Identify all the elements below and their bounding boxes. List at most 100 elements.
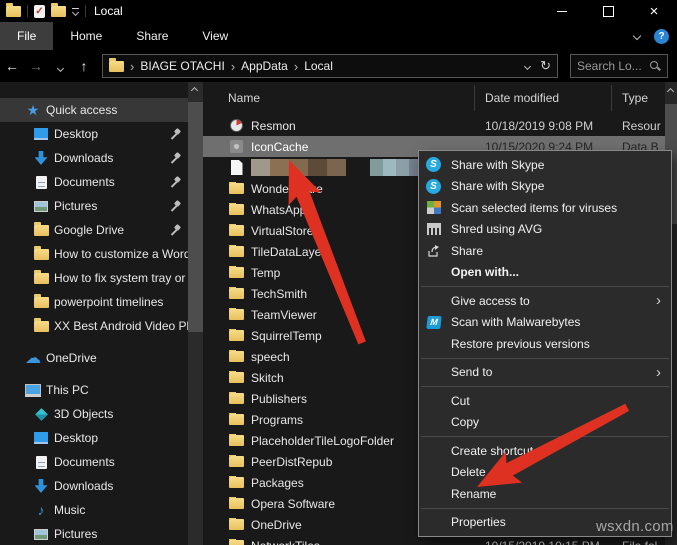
search-icon[interactable]	[649, 60, 661, 72]
menu-item-scan-selected-items-for-viruses[interactable]: Scan selected items for viruses	[419, 197, 671, 219]
sidebar-item-label: Downloads	[54, 151, 113, 165]
folder-icon	[228, 204, 245, 215]
sidebar-item-documents[interactable]: Documents	[0, 450, 188, 474]
scroll-up-icon[interactable]	[667, 88, 674, 95]
sidebar-item-label: How to fix system tray or	[54, 271, 185, 285]
menu-item-share-with-skype[interactable]: SShare with Skype	[419, 154, 671, 176]
watermark: wsxdn.com	[596, 518, 674, 535]
up-button[interactable]: ↑	[72, 58, 96, 74]
file-name-label: WhatsApp	[251, 203, 306, 217]
download-icon	[33, 151, 49, 165]
menu-item-share[interactable]: Share	[419, 240, 671, 262]
properties-check-icon[interactable]: ✓	[34, 5, 45, 18]
swatch	[383, 159, 396, 176]
help-icon[interactable]: ?	[654, 29, 669, 44]
menu-item-delete[interactable]: Delete	[419, 462, 671, 484]
minimize-button[interactable]	[539, 0, 585, 22]
refresh-icon[interactable]: ↻	[540, 58, 551, 74]
folder-icon	[228, 372, 245, 383]
menu-item-restore-previous-versions[interactable]: Restore previous versions	[419, 333, 671, 355]
sidebar-item-music[interactable]: ♪Music	[0, 498, 188, 522]
sidebar-item-pictures[interactable]: Pictures	[0, 522, 188, 545]
file-name-label: PeerDistRepub	[251, 455, 332, 469]
sidebar-item-powerpoint-timelines[interactable]: powerpoint timelines	[0, 290, 188, 314]
menu-item-cut[interactable]: Cut	[419, 390, 671, 412]
sidebar-item-xx-best-android-video-pla[interactable]: XX Best Android Video Pla	[0, 314, 188, 338]
recent-locations-icon[interactable]	[48, 58, 72, 74]
sidebar-item-quick-access[interactable]: ★Quick access	[0, 98, 188, 122]
sidebar-item-documents[interactable]: Documents	[0, 170, 188, 194]
scrollbar-thumb[interactable]	[188, 102, 203, 332]
maximize-button[interactable]	[585, 0, 631, 22]
breadcrumb-local[interactable]: Local	[304, 59, 333, 73]
sidebar-item-google-drive[interactable]: Google Drive	[0, 218, 188, 242]
menu-item-scan-with-malwarebytes[interactable]: MScan with Malwarebytes	[419, 312, 671, 334]
folder-icon	[228, 225, 245, 236]
tab-file[interactable]: File	[0, 22, 53, 50]
menu-item-label: Open with...	[451, 265, 519, 279]
ribbon-tab-bar: File Home Share View ?	[0, 22, 677, 50]
file-name-cell: Resmon	[203, 119, 475, 133]
tab-home[interactable]: Home	[53, 22, 119, 50]
menu-item-open-with[interactable]: Open with...	[419, 262, 671, 284]
sidebar-scrollbar[interactable]	[188, 82, 203, 545]
folder-icon	[228, 435, 245, 446]
column-header-name[interactable]: Name	[203, 85, 475, 111]
file-name-label: speech	[251, 350, 290, 364]
column-header-type[interactable]: Type	[612, 85, 665, 111]
customize-toolbar-icon[interactable]	[72, 8, 79, 15]
tab-share[interactable]: Share	[119, 22, 185, 50]
address-dropdown-icon[interactable]	[524, 62, 531, 69]
desktop-icon	[33, 128, 49, 140]
menu-icon-slot	[425, 393, 442, 409]
sidebar-item-desktop[interactable]: Desktop	[0, 426, 188, 450]
sidebar-item-label: Pictures	[54, 199, 97, 213]
folder-icon	[33, 273, 49, 284]
sidebar-item-onedrive[interactable]: ☁OneDrive	[0, 346, 188, 370]
menu-item-create-shortcut[interactable]: Create shortcut	[419, 440, 671, 462]
sidebar-item-downloads[interactable]: Downloads	[0, 474, 188, 498]
search-input[interactable]: Search Lo...	[570, 54, 668, 78]
sidebar-item-how-to-customize-a-word[interactable]: How to customize a Word	[0, 242, 188, 266]
address-field[interactable]: › BIAGE OTACHI › AppData › Local ↻	[102, 54, 558, 78]
file-row-resmon[interactable]: Resmon10/18/2019 9:08 PMResour	[203, 115, 665, 136]
sidebar-item-label: Google Drive	[54, 223, 124, 237]
sidebar-item-label: Quick access	[46, 103, 117, 117]
sidebar-item-label: 3D Objects	[54, 407, 113, 421]
breadcrumb-user[interactable]: BIAGE OTACHI	[140, 59, 224, 73]
menu-item-send-to[interactable]: Send to›	[419, 362, 671, 384]
new-folder-icon[interactable]	[51, 6, 66, 17]
minimize-ribbon-icon[interactable]	[633, 32, 641, 40]
column-header-date-modified[interactable]: Date modified	[475, 85, 612, 111]
sidebar-item-this-pc[interactable]: This PC	[0, 378, 188, 402]
back-button[interactable]: ←	[0, 58, 24, 74]
sidebar-item-desktop[interactable]: Desktop	[0, 122, 188, 146]
folder-icon	[228, 309, 245, 320]
menu-item-give-access-to[interactable]: Give access to›	[419, 290, 671, 312]
sidebar-item-pictures[interactable]: Pictures	[0, 194, 188, 218]
cloud-icon: ☁	[25, 348, 41, 368]
menu-item-label: Scan selected items for viruses	[451, 201, 617, 215]
context-menu: SShare with SkypeSShare with Skype Scan s…	[418, 150, 672, 537]
menu-item-shred-using-avg[interactable]: Shred using AVG	[419, 219, 671, 241]
menu-separator	[421, 436, 669, 437]
folder-icon	[228, 288, 245, 299]
file-name-label: SquirrelTemp	[251, 329, 322, 343]
sidebar-item-how-to-fix-system-tray-or[interactable]: How to fix system tray or	[0, 266, 188, 290]
sidebar-item-3d-objects[interactable]: 3D Objects	[0, 402, 188, 426]
close-button[interactable]: ×	[631, 0, 677, 22]
navigation-pane: ★Quick accessDesktopDownloadsDocumentsPi…	[0, 82, 188, 545]
pin-icon	[170, 177, 181, 188]
menu-item-rename[interactable]: Rename	[419, 483, 671, 505]
tab-view[interactable]: View	[185, 22, 245, 50]
folder-icon	[228, 414, 245, 425]
scroll-up-icon[interactable]	[191, 87, 198, 94]
breadcrumb-chevron-icon: ›	[130, 59, 134, 74]
menu-item-share-with-skype[interactable]: SShare with Skype	[419, 176, 671, 198]
file-name-label: Resmon	[251, 119, 296, 133]
sidebar-item-downloads[interactable]: Downloads	[0, 146, 188, 170]
swatch	[370, 159, 383, 176]
menu-item-copy[interactable]: Copy	[419, 412, 671, 434]
forward-button[interactable]: →	[24, 58, 48, 74]
breadcrumb-appdata[interactable]: AppData	[241, 59, 288, 73]
